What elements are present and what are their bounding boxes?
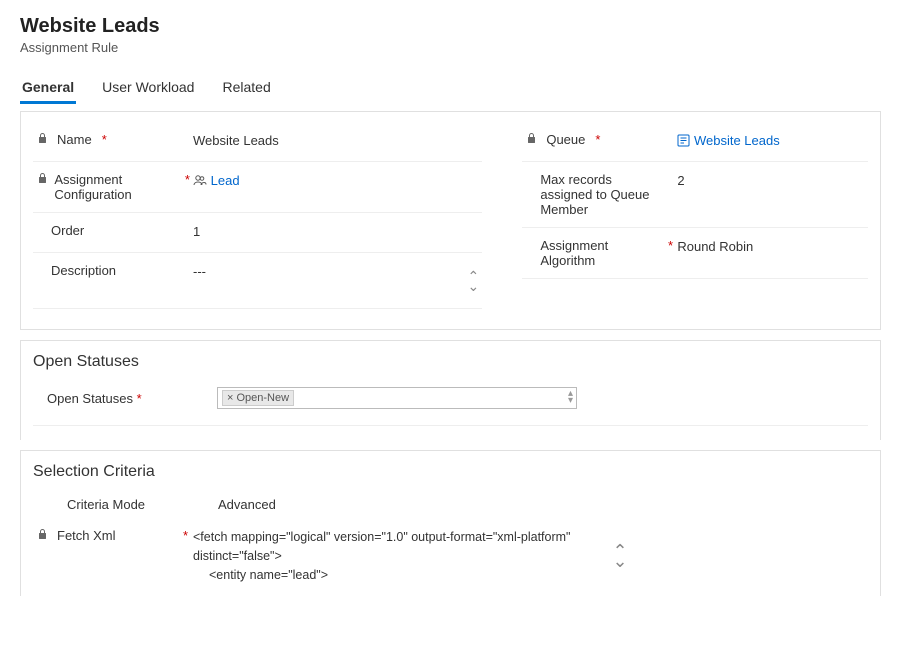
order-value: 1 [193, 223, 482, 239]
fetch-xml-line-2: <entity name="lead"> [193, 566, 603, 585]
order-label: Order [51, 223, 84, 238]
field-assignment-algorithm[interactable]: Assignment Algorithm * Round Robin [522, 228, 868, 279]
lock-icon [37, 132, 51, 147]
people-icon [193, 174, 207, 189]
field-queue[interactable]: Queue * Website Leads [522, 122, 868, 162]
name-value: Website Leads [193, 132, 482, 148]
assignment-algorithm-label: Assignment Algorithm [540, 238, 658, 268]
selection-criteria-title: Selection Criteria [21, 451, 880, 489]
fetch-xml-line-1: <fetch mapping="logical" version="1.0" o… [193, 528, 603, 566]
tab-user-workload[interactable]: User Workload [100, 73, 196, 104]
field-assignment-configuration[interactable]: Assignment Configuration * Lead [33, 162, 482, 213]
description-spinner[interactable]: ⌃ ⌄ [464, 253, 482, 308]
assignment-configuration-label: Assignment Configuration [54, 172, 175, 202]
fetch-xml-scroll[interactable]: ⌃ ⌄ [611, 528, 629, 584]
required-indicator: * [183, 528, 193, 543]
open-statuses-panel: Open Statuses Open Statuses * × Open-New… [20, 340, 881, 440]
field-name[interactable]: Name * Website Leads [33, 122, 482, 162]
page-header: Website Leads Assignment Rule [20, 15, 881, 55]
status-tag-open-new[interactable]: × Open-New [222, 390, 294, 406]
input-spinner[interactable]: ▴ ▾ [568, 390, 573, 404]
max-records-value: 2 [677, 172, 868, 188]
description-label: Description [51, 263, 116, 278]
tab-related[interactable]: Related [220, 73, 272, 104]
lock-icon [37, 528, 51, 543]
field-order[interactable]: Order * 1 [33, 213, 482, 253]
required-indicator: * [137, 391, 142, 406]
tab-general[interactable]: General [20, 73, 76, 104]
name-label: Name [57, 132, 92, 147]
chevron-down-icon[interactable]: ⌄ [612, 556, 627, 566]
queue-icon [677, 134, 690, 150]
page-subtitle: Assignment Rule [20, 40, 881, 55]
general-left-column: Name * Website Leads Assignment Configur… [33, 122, 482, 309]
assignment-algorithm-value: Round Robin [677, 238, 868, 254]
required-indicator: * [595, 132, 605, 147]
criteria-mode-value: Advanced [193, 497, 868, 512]
tab-bar: General User Workload Related [20, 73, 881, 105]
required-indicator: * [185, 172, 193, 187]
chevron-down-icon[interactable]: ▾ [568, 397, 573, 404]
fetch-xml-value: <fetch mapping="logical" version="1.0" o… [193, 528, 603, 584]
field-description[interactable]: Description * --- ⌃ ⌄ [33, 253, 482, 309]
selection-criteria-panel: Selection Criteria Criteria Mode Advance… [20, 450, 881, 596]
lock-icon [526, 132, 540, 147]
page-title: Website Leads [20, 15, 881, 38]
open-statuses-input[interactable]: × Open-New ▴ ▾ [217, 387, 577, 409]
required-indicator: * [668, 238, 677, 253]
field-criteria-mode[interactable]: Criteria Mode Advanced [33, 489, 868, 520]
open-statuses-label: Open Statuses [47, 391, 133, 406]
criteria-mode-label: Criteria Mode [67, 497, 145, 512]
field-max-records[interactable]: Max records assigned to Queue Member * 2 [522, 162, 868, 228]
lock-icon [37, 172, 48, 187]
max-records-label: Max records assigned to Queue Member [540, 172, 662, 217]
required-indicator: * [102, 132, 112, 147]
general-panel: Name * Website Leads Assignment Configur… [20, 111, 881, 330]
queue-label: Queue [546, 132, 585, 147]
field-fetch-xml[interactable]: Fetch Xml * <fetch mapping="logical" ver… [33, 520, 868, 592]
queue-link[interactable]: Website Leads [694, 133, 780, 148]
open-statuses-title: Open Statuses [21, 341, 880, 379]
assignment-configuration-link[interactable]: Lead [211, 173, 240, 188]
chevron-down-icon[interactable]: ⌄ [467, 281, 479, 291]
description-value: --- [193, 263, 482, 279]
general-right-column: Queue * Website Leads Max records assign… [522, 122, 868, 309]
field-open-statuses[interactable]: Open Statuses * × Open-New ▴ ▾ [33, 379, 868, 426]
fetch-xml-label: Fetch Xml [57, 528, 116, 543]
